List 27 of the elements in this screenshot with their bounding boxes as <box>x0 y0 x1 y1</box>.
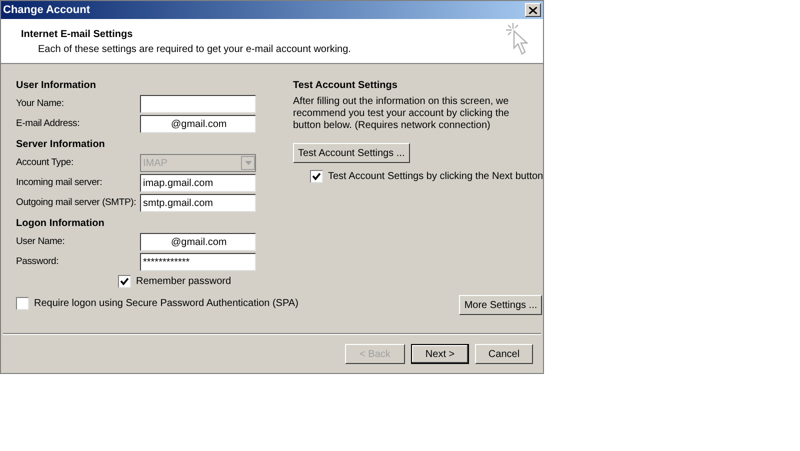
field-label: User Name: <box>16 234 66 249</box>
field-label: Your Name: <box>16 96 65 111</box>
section-heading: Logon Information <box>16 217 106 231</box>
window-title: Change Account <box>3 2 90 18</box>
field-label: Outgoing mail server (SMTP): <box>16 196 138 210</box>
section-heading: Test Account Settings <box>293 79 398 93</box>
text-field[interactable]: @gmail.com <box>140 115 256 133</box>
field-label: Password: <box>16 254 60 269</box>
checkbox-label: Remember password <box>136 275 232 289</box>
text-field[interactable]: ************ <box>140 253 256 271</box>
field-label: Incoming mail server: <box>16 176 104 190</box>
text-field[interactable]: imap.gmail.com <box>140 174 256 192</box>
header-subtitle: Each of these settings are required to get your e-mail account working. <box>37 43 351 57</box>
field-label: E-mail Address: <box>16 116 81 131</box>
more-settings-button[interactable]: More Settings ... <box>459 295 542 315</box>
test-settings-button[interactable]: Test Account Settings ... <box>293 143 410 163</box>
dialog-button[interactable]: Cancel <box>475 344 533 364</box>
header-title: Internet E-mail Settings <box>21 28 134 42</box>
checkbox-label: Require logon using Secure Password Authentication (SPA) <box>34 297 298 311</box>
field-label: Account Type: <box>16 156 74 170</box>
text-field[interactable]: @gmail.com <box>140 233 256 251</box>
text-field[interactable]: smtp.gmail.com <box>140 194 256 212</box>
section-heading: User Information <box>16 79 98 93</box>
section-heading: Server Information <box>16 138 106 152</box>
dialog-button[interactable]: Next > <box>411 344 469 364</box>
test-description: After filling out the information on this screen, we recommend you test your account by clicking the button below. (Requires network connection) <box>293 96 510 132</box>
checkbox-label: Test Account Settings by clicking the Next button <box>328 170 544 184</box>
